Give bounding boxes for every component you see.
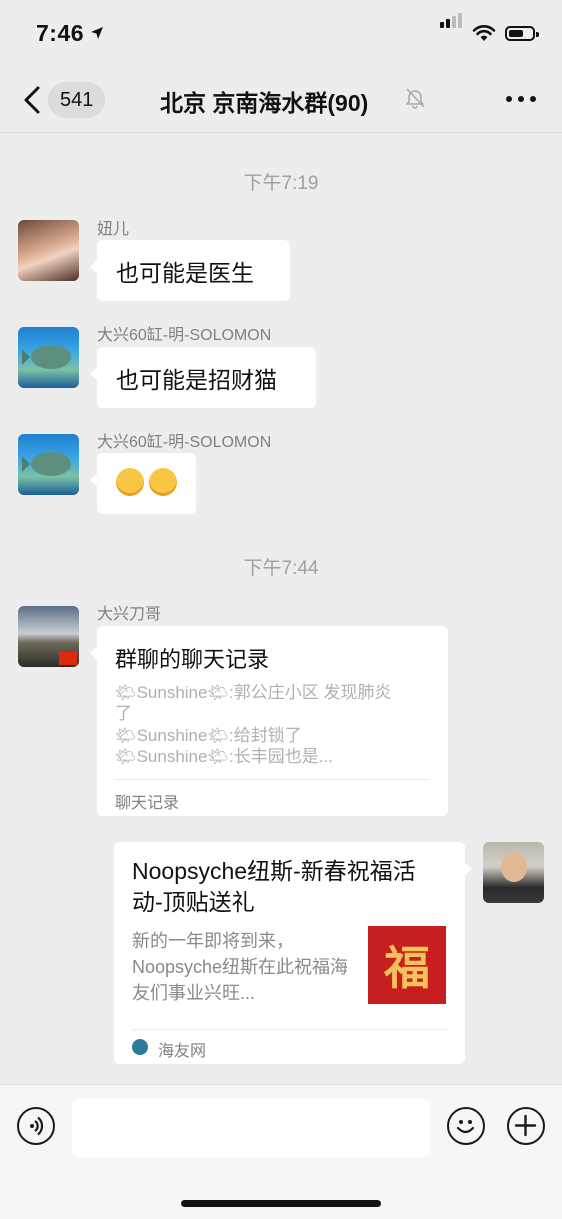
home-indicator [181, 1200, 381, 1207]
link-card-source: 海友网 [158, 1043, 207, 1060]
chat-record-line: 🌤Sunshine🌤:郭公庄小区 发现肺炎 [115, 683, 392, 702]
emoji-button[interactable] [447, 1107, 485, 1145]
timestamp: 下午7:19 [243, 173, 319, 194]
grin-emoji-icon [149, 468, 177, 496]
message-bubble[interactable] [90, 453, 196, 514]
plus-icon [514, 1114, 537, 1137]
location-arrow-icon [91, 27, 103, 39]
message-bubble[interactable]: 也可能是招财猫 [90, 347, 316, 408]
fish-icon [22, 452, 71, 476]
chat-title: 北京 京南海水群(90) [160, 90, 369, 116]
battery-icon [505, 26, 539, 41]
avatar[interactable] [18, 220, 79, 281]
timestamp: 下午7:44 [243, 558, 319, 579]
voice-input-button[interactable] [17, 1107, 55, 1145]
sender-name: 大兴60缸-明-SOLOMON [97, 434, 272, 451]
grin-emoji-icon [116, 468, 144, 496]
my-avatar[interactable] [483, 842, 544, 903]
status-time: 7:46 [36, 20, 85, 46]
fu-character: 福 [384, 941, 430, 995]
more-actions-button[interactable] [507, 1107, 545, 1145]
mute-bell-icon [406, 88, 425, 109]
wifi-icon [472, 25, 496, 41]
link-card-title: Noopsyche纽斯-新春祝福活动-顶贴送礼 [132, 858, 416, 915]
more-options-icon[interactable] [506, 96, 536, 104]
input-bar [0, 1084, 562, 1219]
sender-name: 大兴刀哥 [97, 606, 162, 623]
link-card[interactable]: Noopsyche纽斯-新春祝福活动-顶贴送礼 新的一年即将到来，Noopsyc… [114, 842, 472, 1064]
chat-record-card[interactable]: 群聊的聊天记录 🌤Sunshine🌤:郭公庄小区 发现肺炎 了 🌤Sunshin… [90, 626, 448, 816]
fish-icon [22, 345, 71, 369]
back-chevron-icon[interactable] [22, 86, 42, 114]
source-logo-icon [132, 1039, 148, 1055]
sender-name: 大兴60缸-明-SOLOMON [97, 327, 272, 344]
smiley-icon [456, 1120, 475, 1134]
chat-header: 541 北京 京南海水群(90) [0, 70, 562, 133]
link-card-description: 新的一年即将到来，Noopsyche纽斯在此祝福海友们事业兴旺... [132, 931, 349, 1003]
avatar[interactable] [18, 327, 79, 388]
link-card-thumbnail: 福 [368, 926, 446, 1004]
unread-count-badge[interactable]: 541 [48, 82, 106, 118]
chat-record-title: 群聊的聊天记录 [115, 647, 270, 672]
flag-icon [59, 652, 77, 665]
message-text: 也可能是医生 [116, 260, 254, 286]
message-text: 也可能是招财猫 [116, 367, 277, 393]
message-bubble[interactable]: 也可能是医生 [90, 240, 290, 301]
avatar[interactable] [18, 434, 79, 495]
chat-record-line: 🌤Sunshine🌤:长丰园也是... [115, 747, 333, 766]
chat-record-footer: 聊天记录 [115, 795, 180, 812]
sender-name: 妞儿 [97, 221, 130, 238]
message-input[interactable] [72, 1099, 430, 1157]
avatar[interactable] [18, 606, 79, 667]
voice-icon [30, 1116, 44, 1136]
status-bar: 7:46 [0, 0, 562, 70]
